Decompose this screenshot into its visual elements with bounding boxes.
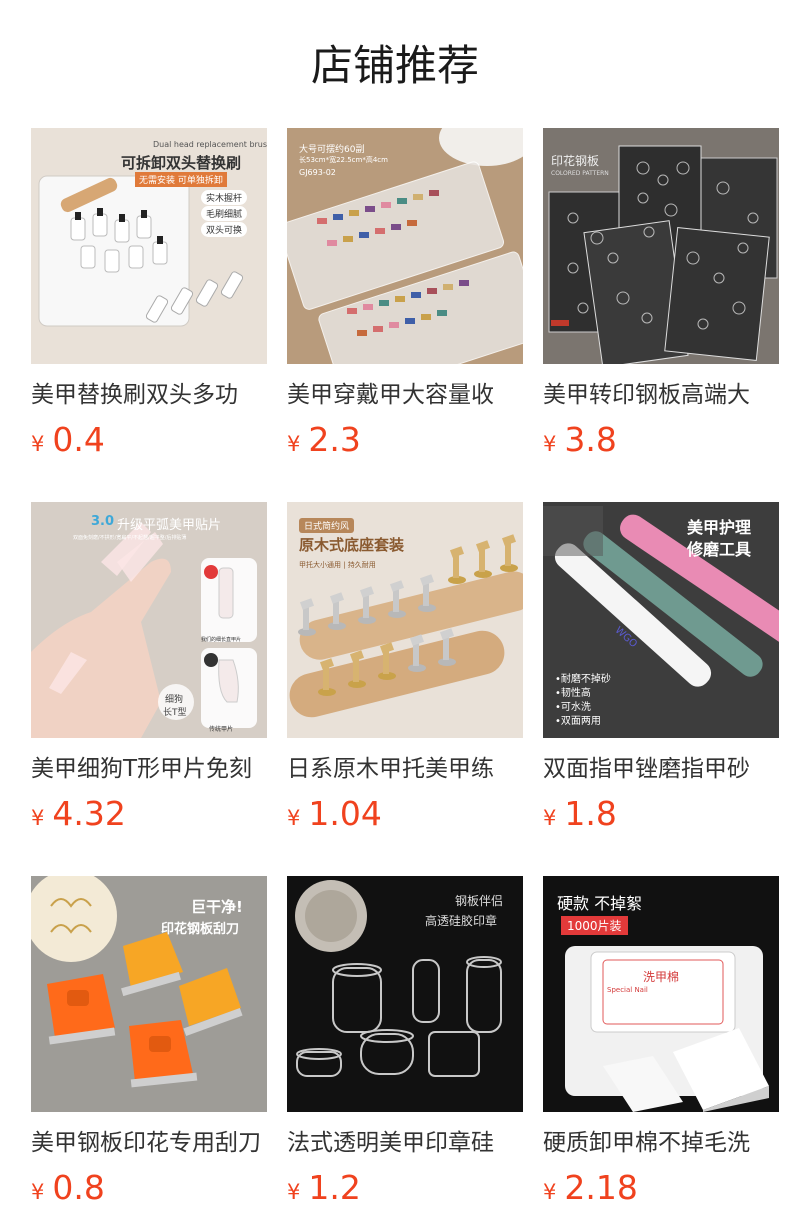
price-value: 1.04 bbox=[308, 794, 382, 833]
image-caption: 美甲护理 bbox=[687, 518, 752, 537]
currency-symbol: ¥ bbox=[287, 1180, 301, 1204]
currency-symbol: ¥ bbox=[543, 1180, 557, 1204]
product-image[interactable]: 日式简约风 原木式底座套装 甲托大小通用 | 持久耐用 bbox=[287, 502, 523, 738]
price-value: 2.3 bbox=[308, 420, 361, 459]
product-price: ¥3.8 bbox=[543, 420, 779, 466]
image-caption: 实木握杆 bbox=[201, 190, 248, 205]
image-caption: 升级平弧美甲贴片 bbox=[117, 518, 222, 533]
product-card[interactable]: 印花钢板 COLORED PATTERN 美甲转印钢板高端大 ¥3.8 bbox=[543, 128, 779, 466]
price-value: 1.8 bbox=[564, 794, 617, 833]
image-caption: 可拆卸双头替换刷 bbox=[121, 154, 242, 172]
product-price: ¥1.2 bbox=[287, 1168, 523, 1214]
product-price: ¥2.3 bbox=[287, 420, 523, 466]
product-card[interactable]: 大号可摆约60副 长53cm*宽22.5cm*高4cm GJ693-02 美甲穿… bbox=[287, 128, 523, 466]
image-caption: Special Nail bbox=[607, 986, 648, 994]
product-card[interactable]: 钢板伴侣 高透硅胶印章 法式透明美甲印章硅 ¥1.2 bbox=[287, 876, 523, 1214]
currency-symbol: ¥ bbox=[31, 432, 45, 456]
image-caption: 修磨工具 bbox=[687, 540, 752, 559]
price-value: 2.18 bbox=[564, 1168, 638, 1207]
image-caption: 甲托大小通用 | 持久耐用 bbox=[299, 561, 376, 569]
product-price: ¥2.18 bbox=[543, 1168, 779, 1214]
product-card[interactable]: 美甲护理 修磨工具 •耐磨不掉砂 •韧性高 •可水洗 •双面两用 WGO 双面指… bbox=[543, 502, 779, 840]
image-caption: 长T型 bbox=[163, 708, 187, 718]
image-caption: 大号可摆约60副 bbox=[299, 145, 365, 155]
product-price: ¥1.04 bbox=[287, 794, 523, 840]
price-value: 4.32 bbox=[52, 794, 126, 833]
product-name[interactable]: 美甲钢板印花专用刮刀 bbox=[31, 1126, 267, 1160]
currency-symbol: ¥ bbox=[543, 432, 557, 456]
image-caption: 双面免刻磨/不拱形/宽扁平/不起翘/超平整/后排贴薄 bbox=[73, 535, 187, 541]
image-caption: 钢板伴侣 bbox=[455, 894, 504, 908]
product-name[interactable]: 美甲替换刷双头多功 bbox=[31, 378, 267, 412]
image-caption: 长53cm*宽22.5cm*高4cm bbox=[299, 156, 388, 164]
image-caption: •可水洗 bbox=[555, 702, 591, 713]
product-image[interactable]: 大号可摆约60副 长53cm*宽22.5cm*高4cm GJ693-02 bbox=[287, 128, 523, 364]
image-caption: Dual head replacement brush bbox=[153, 140, 267, 149]
image-caption: 巨干净! bbox=[191, 898, 243, 916]
product-name[interactable]: 美甲细狗T形甲片免刻 bbox=[31, 752, 267, 786]
image-caption: 无需安装 可单独拆卸 bbox=[135, 172, 227, 187]
product-image[interactable]: 美甲护理 修磨工具 •耐磨不掉砂 •韧性高 •可水洗 •双面两用 WGO bbox=[543, 502, 779, 738]
image-caption: 毛刷细腻 bbox=[201, 206, 248, 221]
image-caption: •耐磨不掉砂 bbox=[555, 674, 611, 685]
product-price: ¥4.32 bbox=[31, 794, 267, 840]
currency-symbol: ¥ bbox=[31, 1180, 45, 1204]
image-caption: 印花钢板刮刀 bbox=[161, 922, 240, 937]
product-name[interactable]: 法式透明美甲印章硅 bbox=[287, 1126, 523, 1160]
price-value: 1.2 bbox=[308, 1168, 361, 1207]
image-caption: 日式简约风 bbox=[299, 518, 355, 533]
image-caption: 细狗 bbox=[165, 695, 184, 705]
image-caption: 双头可换 bbox=[201, 222, 248, 237]
product-name[interactable]: 日系原木甲托美甲练 bbox=[287, 752, 523, 786]
product-image[interactable]: 钢板伴侣 高透硅胶印章 bbox=[287, 876, 523, 1112]
image-caption: •韧性高 bbox=[555, 688, 591, 699]
image-caption: 传统甲片 bbox=[209, 726, 234, 733]
image-caption: 3.0 bbox=[91, 514, 115, 529]
product-name[interactable]: 硬质卸甲棉不掉毛洗 bbox=[543, 1126, 779, 1160]
currency-symbol: ¥ bbox=[287, 432, 301, 456]
image-caption: 印花钢板 bbox=[551, 154, 600, 168]
price-value: 0.8 bbox=[52, 1168, 105, 1207]
product-name[interactable]: 美甲穿戴甲大容量收 bbox=[287, 378, 523, 412]
currency-symbol: ¥ bbox=[543, 806, 557, 830]
product-grid: Dual head replacement brush 可拆卸双头替换刷 无需安… bbox=[31, 128, 779, 1214]
product-name[interactable]: 双面指甲锉磨指甲砂 bbox=[543, 752, 779, 786]
product-image[interactable]: 3.0 升级平弧美甲贴片 双面免刻磨/不拱形/宽扁平/不起翘/超平整/后排贴薄 … bbox=[31, 502, 267, 738]
product-price: ¥0.4 bbox=[31, 420, 267, 466]
product-image[interactable]: 印花钢板 COLORED PATTERN bbox=[543, 128, 779, 364]
image-caption: 高透硅胶印章 bbox=[425, 914, 498, 928]
page-title: 店铺推荐 bbox=[310, 41, 479, 90]
product-image[interactable]: 硬款 不掉絮 1000片装 洗甲棉 Special Nail bbox=[543, 876, 779, 1112]
product-price: ¥1.8 bbox=[543, 794, 779, 840]
product-card[interactable]: 巨干净! 印花钢板刮刀 美甲钢板印花专用刮刀 ¥0.8 bbox=[31, 876, 267, 1214]
product-card[interactable]: 3.0 升级平弧美甲贴片 双面免刻磨/不拱形/宽扁平/不起翘/超平整/后排贴薄 … bbox=[31, 502, 267, 840]
image-caption: GJ693-02 bbox=[299, 168, 336, 177]
currency-symbol: ¥ bbox=[287, 806, 301, 830]
product-image[interactable]: 巨干净! 印花钢板刮刀 bbox=[31, 876, 267, 1112]
image-caption: 原木式底座套装 bbox=[299, 536, 405, 554]
product-image[interactable]: Dual head replacement brush 可拆卸双头替换刷 无需安… bbox=[31, 128, 267, 364]
currency-symbol: ¥ bbox=[31, 806, 45, 830]
price-value: 3.8 bbox=[564, 420, 617, 459]
product-card[interactable]: 硬款 不掉絮 1000片装 洗甲棉 Special Nail 硬质卸甲棉不掉毛洗… bbox=[543, 876, 779, 1214]
image-caption: 洗甲棉 bbox=[643, 970, 680, 984]
product-price: ¥0.8 bbox=[31, 1168, 267, 1214]
price-value: 0.4 bbox=[52, 420, 105, 459]
image-caption: •双面两用 bbox=[555, 716, 601, 727]
image-caption: 1000片装 bbox=[561, 916, 628, 935]
image-caption: COLORED PATTERN bbox=[551, 170, 609, 177]
product-card[interactable]: 日式简约风 原木式底座套装 甲托大小通用 | 持久耐用 日系原木甲托美甲练 ¥1… bbox=[287, 502, 523, 840]
image-caption: 我们的细长直甲片 bbox=[201, 637, 242, 643]
product-name[interactable]: 美甲转印钢板高端大 bbox=[543, 378, 779, 412]
image-caption: 硬款 不掉絮 bbox=[557, 894, 643, 913]
product-card[interactable]: Dual head replacement brush 可拆卸双头替换刷 无需安… bbox=[31, 128, 267, 466]
